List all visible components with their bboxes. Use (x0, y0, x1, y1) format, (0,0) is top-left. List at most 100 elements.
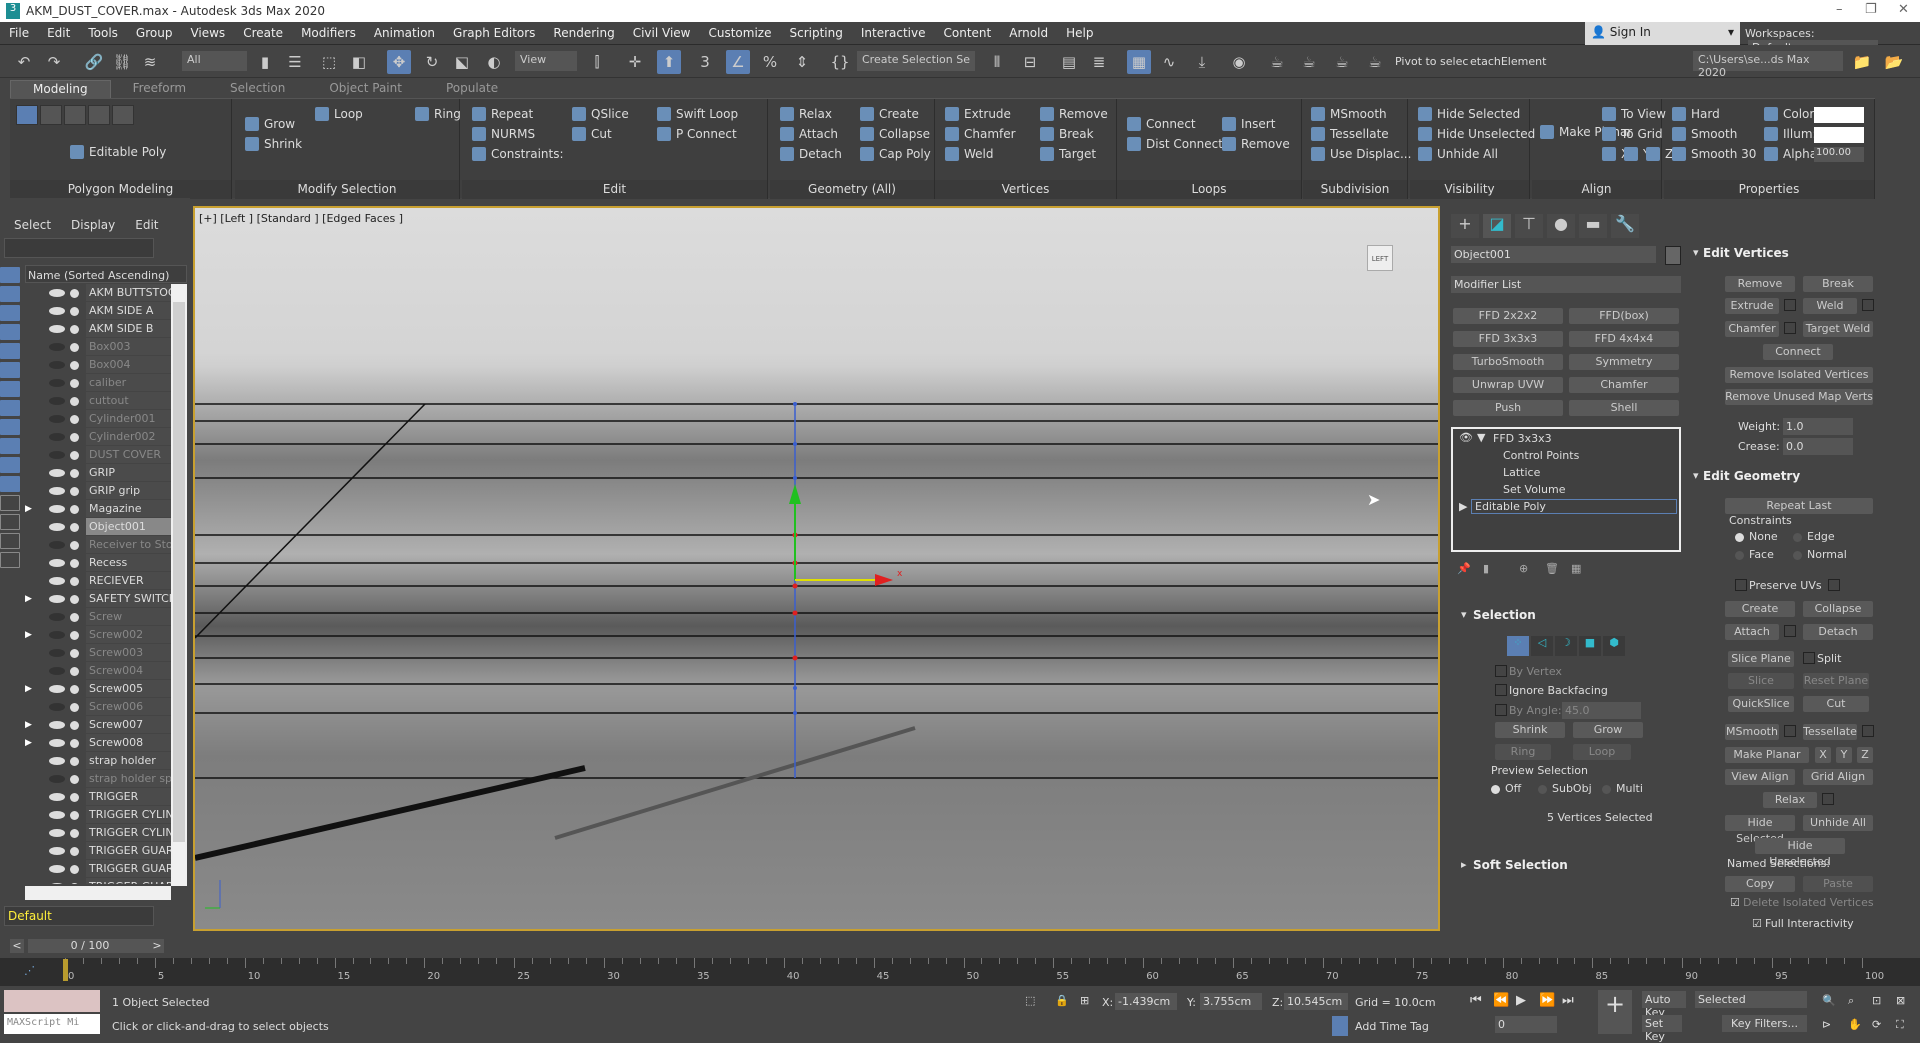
stack-item-ffd[interactable]: FFD 3x3x3 (1493, 432, 1552, 445)
scene-item-magazine[interactable]: ▶ Magazine (25, 500, 187, 518)
keyboard-shortcut-override-icon[interactable]: ⬆ (657, 50, 681, 74)
expand-arrow-icon[interactable]: ▶ (25, 684, 37, 694)
visibility-eye-icon[interactable] (49, 577, 65, 585)
ribbon-edit-repeat[interactable]: Repeat (472, 107, 533, 121)
ribbon-visibility-hide-selected[interactable]: Hide Selected (1418, 107, 1520, 121)
make-unique-icon[interactable]: ⊕ (1519, 562, 1528, 575)
modifier-symmetry-button[interactable]: Symmetry (1569, 354, 1679, 370)
create-button[interactable]: Create (1725, 601, 1795, 617)
menu-content[interactable]: Content (935, 26, 1001, 40)
maxscript-listener-output[interactable] (4, 990, 100, 1012)
set-project-folder-icon[interactable]: 📁 (1850, 50, 1874, 74)
space-warps-filter-icon[interactable] (0, 362, 20, 378)
menu-animation[interactable]: Animation (365, 26, 444, 40)
scene-item-grip[interactable]: GRIP (25, 464, 187, 482)
ribbon-edit-nurms[interactable]: NURMS (472, 127, 535, 141)
ribbon-loops-dist-connect[interactable]: Dist Connect (1127, 137, 1223, 151)
ribbon-geometry-all-create[interactable]: Create (860, 107, 919, 121)
ignore-backfacing-checkbox[interactable] (1495, 684, 1507, 696)
visibility-eye-icon[interactable] (49, 397, 65, 405)
freeze-toggle-icon[interactable] (70, 468, 79, 478)
ribbon-group-title-polygon-modeling[interactable]: Polygon Modeling (10, 180, 231, 199)
freeze-toggle-icon[interactable] (70, 684, 79, 694)
scene-item-akm-side-b[interactable]: AKM SIDE B (25, 320, 187, 338)
preview-off-radio[interactable]: Off (1491, 782, 1521, 795)
visibility-eye-icon[interactable] (49, 289, 65, 297)
chamfer-button[interactable]: Chamfer (1725, 321, 1779, 337)
display-none-icon[interactable] (0, 514, 20, 530)
repeat-last-button[interactable]: Repeat Last (1725, 498, 1873, 514)
project-folder-dropdown[interactable]: C:\Users\se...ds Max 2020 (1693, 51, 1843, 79)
freeze-toggle-icon[interactable] (70, 342, 79, 352)
weld-button[interactable]: Weld (1803, 298, 1857, 314)
angle-snap-icon[interactable]: ∠ (726, 50, 750, 74)
freeze-toggle-icon[interactable] (70, 720, 79, 730)
scene-list-scrollbar[interactable] (171, 284, 187, 886)
polygon-subobject-icon[interactable] (88, 105, 110, 125)
expand-arrow-icon[interactable]: ▶ (25, 720, 37, 730)
scene-item-box003[interactable]: Box003 (25, 338, 187, 356)
previous-key-icon[interactable]: ⏪ (1493, 993, 1509, 1008)
freeze-toggle-icon[interactable] (70, 360, 79, 370)
time-slider-thumb[interactable]: 0 / 100 (28, 939, 152, 953)
unlink-icon[interactable]: ⛓ (110, 50, 134, 74)
ribbon-vertices-chamfer[interactable]: Chamfer (945, 127, 1016, 141)
freeze-toggle-icon[interactable] (70, 396, 79, 406)
target-weld-button[interactable]: Target Weld (1803, 321, 1873, 337)
visibility-eye-icon[interactable] (49, 721, 65, 729)
freeze-toggle-icon[interactable] (70, 828, 79, 838)
expand-arrow-icon[interactable]: ▶ (1459, 500, 1467, 513)
scene-item-screw007[interactable]: ▶ Screw007 (25, 716, 187, 734)
visibility-eye-icon[interactable] (49, 361, 65, 369)
freeze-toggle-icon[interactable] (70, 288, 79, 298)
tessellate-settings-icon[interactable] (1862, 725, 1874, 737)
border-level-icon[interactable]: ☽ (1555, 636, 1577, 656)
freeze-toggle-icon[interactable] (70, 810, 79, 820)
scene-item-akm-side-a[interactable]: AKM SIDE A (25, 302, 187, 320)
particles-filter-icon[interactable] (0, 457, 20, 473)
current-frame-marker[interactable] (63, 959, 68, 981)
freeze-toggle-icon[interactable] (70, 576, 79, 586)
ribbon-geometry-all-detach[interactable]: Detach (780, 147, 842, 161)
remove-unused-map-verts-button[interactable]: Remove Unused Map Verts (1725, 389, 1873, 405)
containers-filter-icon[interactable] (0, 438, 20, 454)
vertex-subobject-icon[interactable] (16, 105, 38, 125)
preview-subobj-radio[interactable]: SubObj (1538, 782, 1592, 795)
preserve-uvs-checkbox[interactable] (1735, 579, 1747, 591)
play-icon[interactable]: ▶ (1516, 993, 1526, 1008)
stack-item-control-points[interactable]: Control Points (1503, 449, 1579, 462)
scene-item-cylinder001[interactable]: Cylinder001 (25, 410, 187, 428)
scene-item-strap-holder[interactable]: strap holder (25, 752, 187, 770)
ribbon-edit-p-connect[interactable]: P Connect (657, 127, 737, 141)
freeze-toggle-icon[interactable] (70, 702, 79, 712)
select-scale-icon[interactable]: ⬕ (450, 50, 474, 74)
menu-arnold[interactable]: Arnold (1000, 26, 1057, 40)
viewport-label-menu[interactable]: [+] [Left ] [Standard ] [Edged Faces ] (199, 212, 403, 225)
freeze-toggle-icon[interactable] (70, 414, 79, 424)
planar-y-button[interactable]: Y (1836, 747, 1852, 763)
scene-item-strap-holder-spline[interactable]: strap holder spline (25, 770, 187, 788)
freeze-toggle-icon[interactable] (70, 738, 79, 748)
break-button[interactable]: Break (1803, 276, 1873, 292)
visibility-eye-icon[interactable] (49, 451, 65, 459)
scene-item-trigger[interactable]: TRIGGER (25, 788, 187, 806)
select-by-name-icon[interactable]: ☰ (283, 50, 307, 74)
object-color-swatch[interactable] (1665, 246, 1681, 265)
slice-plane-button[interactable]: Slice Plane (1728, 651, 1794, 667)
attach-settings-icon[interactable] (1784, 625, 1796, 637)
y-coordinate-field[interactable]: 3.755cm (1200, 993, 1262, 1010)
ribbon-edit-swift-loop[interactable]: Swift Loop (657, 107, 738, 121)
ribbon-geometry-all-cap-poly[interactable]: Cap Poly (860, 147, 931, 161)
grow-button[interactable]: Grow (1573, 722, 1643, 738)
scene-item-screw002[interactable]: ▶ Screw002 (25, 626, 187, 644)
pan-icon[interactable]: ✋ (1848, 1018, 1862, 1031)
visibility-eye-icon[interactable] (49, 379, 65, 387)
track-bar[interactable]: 0 5 10 15 20 25 30 35 40 45 50 55 60 65 70 75 80 85 90 95 10… (0, 958, 1920, 986)
ribbon-align-to-grid[interactable]: To Grid (1602, 127, 1663, 141)
go-to-start-icon[interactable]: ⏮ (1470, 993, 1482, 1008)
current-frame-field[interactable]: 0 (1495, 1016, 1557, 1033)
link-icon[interactable]: 🔗 (82, 50, 106, 74)
visibility-eye-icon[interactable] (49, 613, 65, 621)
stack-item-editable-poly[interactable]: Editable Poly (1471, 499, 1677, 514)
scene-list-horizontal-scrollbar[interactable] (25, 886, 171, 900)
